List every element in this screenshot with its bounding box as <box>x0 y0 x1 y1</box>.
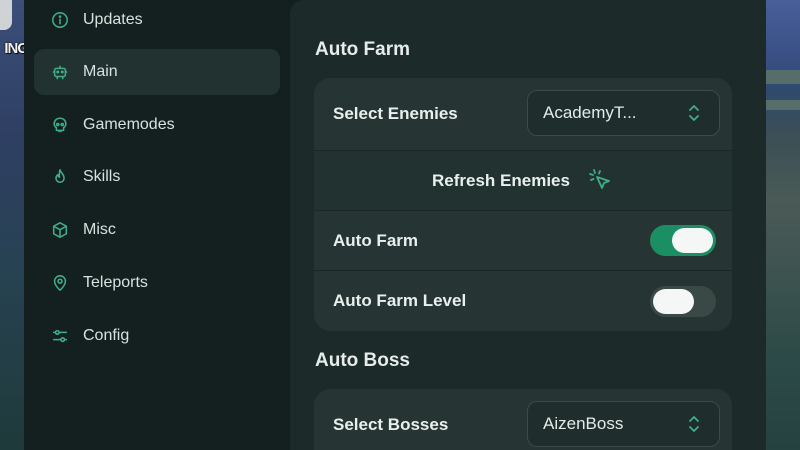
game-background-strip <box>766 70 800 84</box>
sidebar-item-main[interactable]: Main <box>34 49 280 95</box>
select-enemies-label: Select Enemies <box>333 104 458 123</box>
section-title-auto-boss: Auto Boss <box>315 350 410 371</box>
auto-farm-label: Auto Farm <box>333 230 418 250</box>
cube-icon <box>50 220 70 240</box>
sidebar-item-label: Main <box>83 63 118 80</box>
auto-farm-card: Select Enemies AcademyT... Refresh Enemi… <box>314 78 732 331</box>
skull-icon <box>50 115 70 135</box>
auto-farm-level-label: Auto Farm Level <box>333 291 467 310</box>
auto-boss-card: Select Bosses AizenBoss <box>314 389 732 450</box>
game-background-right <box>766 0 800 450</box>
sidebar-item-label: Misc <box>83 221 116 238</box>
game-object <box>0 0 12 30</box>
toggle-knob <box>653 289 694 314</box>
sidebar: Updates Main Gamemodes Skills Misc Telep… <box>24 0 290 450</box>
hub-window: Updates Main Gamemodes Skills Misc Telep… <box>24 0 766 450</box>
auto-farm-level-toggle[interactable] <box>650 286 716 317</box>
main-content: Auto Farm Select Enemies AcademyT... Ref… <box>290 0 766 450</box>
sidebar-item-teleports[interactable]: Teleports <box>34 260 280 306</box>
dropdown-value: AizenBoss <box>543 414 624 433</box>
game-background-left: ING <box>0 0 28 450</box>
sliders-icon <box>50 326 70 346</box>
sidebar-item-config[interactable]: Config <box>34 313 280 359</box>
sidebar-item-label: Config <box>83 327 130 344</box>
refresh-enemies-label: Refresh Enemies <box>432 170 570 190</box>
sidebar-item-updates[interactable]: Updates <box>34 0 280 43</box>
flame-icon <box>50 167 70 187</box>
info-icon <box>50 10 70 30</box>
sidebar-item-label: Updates <box>83 11 143 28</box>
dropdown-value: AcademyT... <box>543 103 637 122</box>
sidebar-item-misc[interactable]: Misc <box>34 207 280 253</box>
chevron-up-down-icon <box>689 105 699 121</box>
select-enemies-dropdown[interactable]: AcademyT... <box>527 90 720 136</box>
sidebar-item-label: Teleports <box>83 274 148 291</box>
chevron-up-down-icon <box>689 416 699 432</box>
section-title-auto-farm: Auto Farm <box>315 39 410 60</box>
robot-icon <box>50 62 70 82</box>
sidebar-item-label: Skills <box>83 168 121 185</box>
auto-farm-row: Auto Farm <box>314 210 732 270</box>
select-bosses-dropdown[interactable]: AizenBoss <box>527 401 720 447</box>
sidebar-item-skills[interactable]: Skills <box>34 154 280 200</box>
select-bosses-label: Select Bosses <box>333 415 449 434</box>
refresh-enemies-button[interactable]: Refresh Enemies <box>314 150 732 210</box>
toggle-knob <box>672 228 713 253</box>
map-pin-icon <box>50 273 70 293</box>
select-bosses-row: Select Bosses AizenBoss <box>314 389 732 450</box>
cursor-click-icon <box>589 168 610 189</box>
auto-farm-toggle[interactable] <box>650 225 716 256</box>
sidebar-item-gamemodes[interactable]: Gamemodes <box>34 102 280 148</box>
select-enemies-row: Select Enemies AcademyT... <box>314 78 732 150</box>
game-background-strip <box>766 100 800 110</box>
auto-farm-level-row: Auto Farm Level <box>314 270 732 331</box>
sidebar-item-label: Gamemodes <box>83 116 175 133</box>
